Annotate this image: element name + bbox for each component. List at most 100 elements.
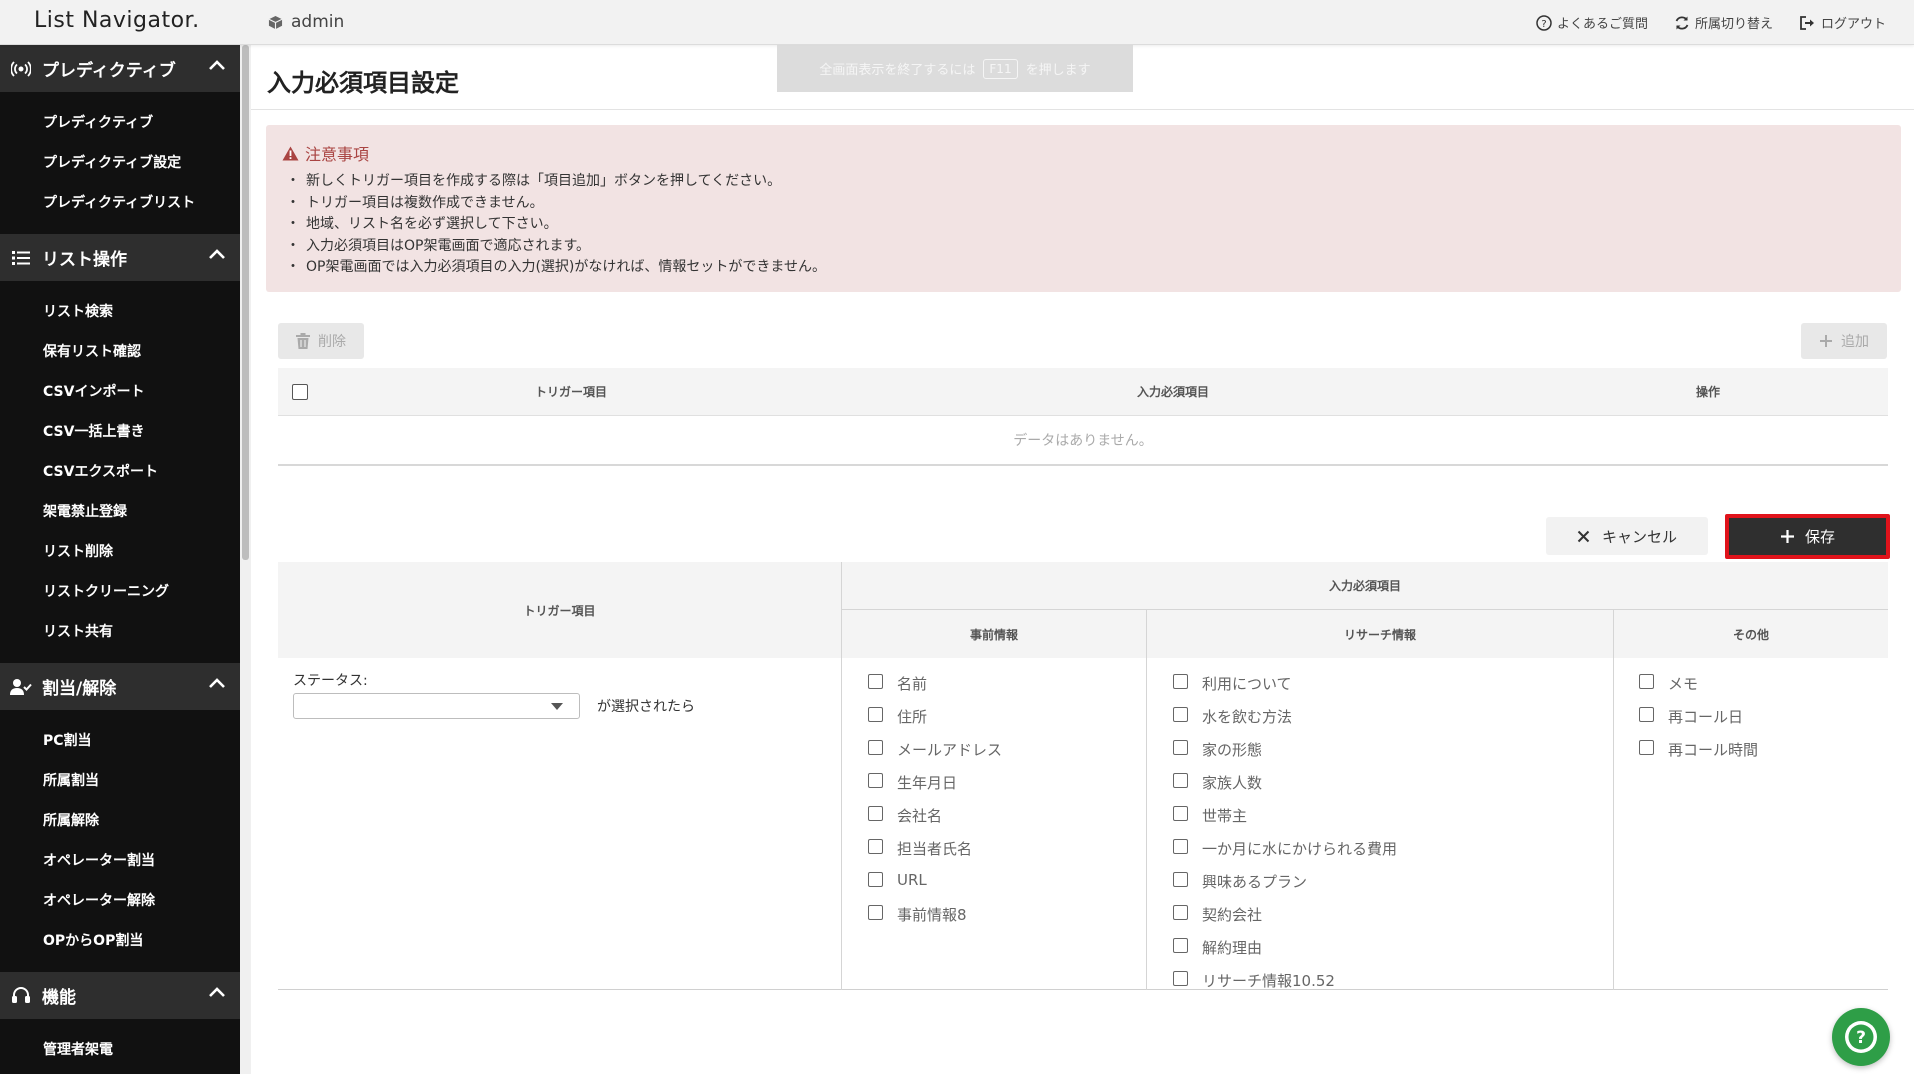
sidebar-item-list-cleaning[interactable]: リストクリーニング — [0, 571, 240, 611]
status-suffix: が選択されたら — [597, 699, 695, 715]
page-title: 入力必須項目設定 — [267, 69, 459, 97]
checkbox[interactable] — [1173, 905, 1188, 920]
logout-link[interactable]: ログアウト — [1799, 13, 1886, 32]
sidebar-item-call-ban[interactable]: 架電禁止登録 — [0, 491, 240, 531]
brand-logo[interactable]: List Navigator. — [34, 8, 200, 33]
column-divider — [1146, 658, 1147, 990]
sidebar-item-predictive-settings[interactable]: プレディクティブ設定 — [0, 142, 240, 182]
checkbox[interactable] — [1173, 707, 1188, 722]
checkbox-item-address[interactable]: 住所 — [868, 706, 1002, 739]
sidebar-item-owned-list[interactable]: 保有リスト確認 — [0, 331, 240, 371]
checkbox-item-email[interactable]: メールアドレス — [868, 739, 1002, 772]
title-divider — [251, 109, 1914, 110]
checkbox-item-contact-person[interactable]: 担当者氏名 — [868, 838, 1002, 871]
checkbox-item-name[interactable]: 名前 — [868, 673, 1002, 706]
switch-affiliation-link[interactable]: 所属切り替え — [1674, 13, 1773, 32]
checkbox[interactable] — [1173, 872, 1188, 887]
sidebar-item-list-share[interactable]: リスト共有 — [0, 611, 240, 651]
checkbox[interactable] — [868, 806, 883, 821]
close-icon — [1577, 530, 1590, 542]
checkbox-label: 水を飲む方法 — [1202, 708, 1293, 726]
checkbox-item-memo[interactable]: メモ — [1639, 673, 1758, 706]
fullscreen-hint-after: を押します — [1025, 63, 1091, 78]
checkbox[interactable] — [1639, 707, 1654, 722]
save-button[interactable]: 保存 — [1725, 514, 1890, 559]
checkbox[interactable] — [868, 674, 883, 689]
checkbox-item-research[interactable]: 利用について — [1173, 673, 1397, 706]
sidebar-item-admin-call[interactable]: 管理者架電 — [0, 1029, 240, 1069]
checkbox-item-recall-date[interactable]: 再コール日 — [1639, 706, 1758, 739]
sidebar: プレディクティブ プレディクティブ プレディクティブ設定 プレディクティブリスト… — [0, 45, 240, 1074]
checkbox-item-research[interactable]: 世帯主 — [1173, 805, 1397, 838]
svg-text:?: ? — [1856, 1028, 1866, 1048]
checkbox-item-research[interactable]: 一か月に水にかけられる費用 — [1173, 838, 1397, 871]
sidebar-section-functions[interactable]: 機能 — [0, 972, 240, 1019]
sidebar-item-operator-release[interactable]: オペレーター解除 — [0, 880, 240, 920]
checkbox-item-research[interactable]: 興味あるプラン — [1173, 871, 1397, 904]
checkbox[interactable] — [868, 773, 883, 788]
sidebar-item-csv-import[interactable]: CSVインポート — [0, 371, 240, 411]
checkbox[interactable] — [1173, 806, 1188, 821]
sidebar-scrollbar-thumb[interactable] — [242, 45, 249, 560]
sidebar-section-assign[interactable]: 割当/解除 — [0, 663, 240, 710]
trigger-item-header: トリガー項目 — [278, 562, 841, 658]
checkbox[interactable] — [868, 707, 883, 722]
chevron-up-icon[interactable] — [208, 986, 226, 998]
sidebar-item-affiliation-assign[interactable]: 所属割当 — [0, 760, 240, 800]
checkbox-item-research[interactable]: 水を飲む方法 — [1173, 706, 1397, 739]
checkbox[interactable] — [868, 872, 883, 887]
sidebar-item-list-delete[interactable]: リスト削除 — [0, 531, 240, 571]
sidebar-section-list-ops[interactable]: リスト操作 — [0, 234, 240, 281]
checkbox[interactable] — [868, 905, 883, 920]
checkbox-item-pre-info-8[interactable]: 事前情報8 — [868, 904, 1002, 937]
checkbox[interactable] — [1173, 839, 1188, 854]
checkbox-item-research[interactable]: 契約会社 — [1173, 904, 1397, 937]
chevron-up-icon[interactable] — [208, 677, 226, 689]
checkbox-label: 世帯主 — [1202, 807, 1248, 825]
checkbox-item-recall-time[interactable]: 再コール時間 — [1639, 739, 1758, 772]
checkbox-label: 名前 — [897, 675, 928, 693]
checkbox[interactable] — [1639, 740, 1654, 755]
checkbox-item-birthdate[interactable]: 生年月日 — [868, 772, 1002, 805]
sidebar-scrollbar[interactable] — [240, 45, 251, 1074]
column-trigger-item: トリガー項目 — [534, 385, 607, 399]
column-divider — [1613, 658, 1614, 990]
checkbox[interactable] — [1639, 674, 1654, 689]
checkbox-item-research[interactable]: 家の形態 — [1173, 739, 1397, 772]
checkbox[interactable] — [1173, 971, 1188, 986]
checkbox-item-research[interactable]: 家族人数 — [1173, 772, 1397, 805]
sidebar-item-operator-assign[interactable]: オペレーター割当 — [0, 840, 240, 880]
select-all-checkbox[interactable] — [292, 384, 308, 400]
add-item-button[interactable]: 追加 — [1801, 323, 1887, 359]
sidebar-item-csv-export[interactable]: CSVエクスポート — [0, 451, 240, 491]
checkbox[interactable] — [1173, 773, 1188, 788]
checkbox-item-url[interactable]: URL — [868, 871, 1002, 904]
sidebar-item-affiliation-release[interactable]: 所属解除 — [0, 800, 240, 840]
faq-link[interactable]: ? よくあるご質問 — [1536, 13, 1648, 32]
status-select[interactable] — [293, 693, 580, 719]
sidebar-item-csv-bulk-overwrite[interactable]: CSV一括上書き — [0, 411, 240, 451]
sidebar-item-pc-assign[interactable]: PC割当 — [0, 720, 240, 760]
checkbox-label: メモ — [1668, 675, 1699, 693]
sidebar-section-title: プレディクティブ — [42, 61, 176, 81]
checkbox[interactable] — [1173, 674, 1188, 689]
sidebar-section-predictive[interactable]: プレディクティブ — [0, 45, 240, 92]
delete-label: 削除 — [318, 334, 346, 350]
checkbox-item-research[interactable]: リサーチ情報10.52 — [1173, 970, 1397, 1003]
chevron-up-icon[interactable] — [208, 59, 226, 71]
sidebar-item-op-to-op-assign[interactable]: OPからOP割当 — [0, 920, 240, 960]
sidebar-item-predictive[interactable]: プレディクティブ — [0, 102, 240, 142]
sidebar-item-predictive-list[interactable]: プレディクティブリスト — [0, 182, 240, 222]
chevron-up-icon[interactable] — [208, 248, 226, 260]
checkbox[interactable] — [868, 740, 883, 755]
sidebar-item-list-search[interactable]: リスト検索 — [0, 291, 240, 331]
checkbox[interactable] — [1173, 938, 1188, 953]
checkbox-item-company[interactable]: 会社名 — [868, 805, 1002, 838]
checkbox[interactable] — [1173, 740, 1188, 755]
checkbox-item-research[interactable]: 解約理由 — [1173, 937, 1397, 970]
help-button[interactable]: ? — [1832, 1008, 1890, 1066]
delete-button[interactable]: 削除 — [278, 323, 364, 359]
cancel-button[interactable]: キャンセル — [1546, 517, 1708, 555]
alert-line: 新しくトリガー項目を作成する際は「項目追加」ボタンを押してください。 — [282, 171, 1885, 193]
checkbox[interactable] — [868, 839, 883, 854]
